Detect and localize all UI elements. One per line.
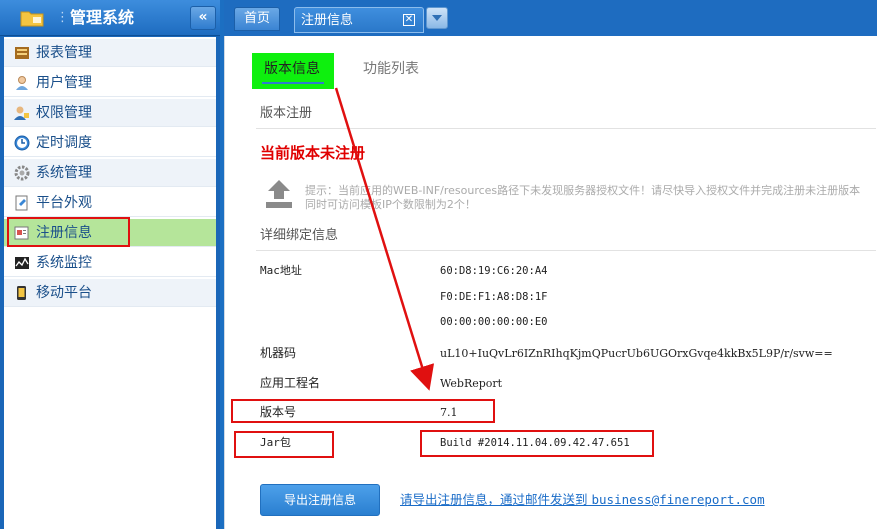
sidebar-item-report[interactable]: 报表管理 xyxy=(4,39,216,67)
mobile-icon xyxy=(17,286,26,300)
appearance-icon xyxy=(15,195,28,211)
tab-home[interactable]: 首页 xyxy=(234,7,280,31)
machine-code-label: 机器码 xyxy=(260,346,297,360)
export-hint-link[interactable]: 请导出注册信息，通过邮件发送到 business@finereport.com xyxy=(400,492,765,508)
sidebar-item-appearance[interactable]: 平台外观 xyxy=(4,189,216,217)
permission-icon xyxy=(14,106,29,120)
export-register-button[interactable]: 导出注册信息 xyxy=(260,484,380,516)
upload-icon[interactable] xyxy=(264,178,294,210)
section-title-register: 版本注册 xyxy=(260,106,313,121)
folder-icon xyxy=(20,11,44,27)
sidebar-header: ⋮ 管理系统 « xyxy=(0,0,220,36)
tab-label: 注册信息 xyxy=(301,13,354,28)
gear-icon xyxy=(14,165,30,181)
section-title-binding: 详细绑定信息 xyxy=(260,228,339,243)
section-divider xyxy=(256,128,876,129)
machine-code-value: uL10+IuQvLr6IZnRIhqKjmQPucrUb6UGOrxGvqe4… xyxy=(440,347,833,360)
sidebar-item-permission[interactable]: 权限管理 xyxy=(4,99,216,127)
app-name-value: WebReport xyxy=(440,377,503,390)
clock-icon xyxy=(14,135,30,151)
sidebar-item-label: 定时调度 xyxy=(36,135,92,151)
sidebar-item-mobile[interactable]: 移动平台 xyxy=(4,279,216,307)
license-tip: 提示：当前应用的WEB-INF/resources路径下未发现服务器授权文件！请… xyxy=(305,184,861,211)
tab-bar: 首页 注册信息 ✕ xyxy=(224,0,877,36)
close-icon[interactable]: ✕ xyxy=(403,14,415,26)
export-hint-text: 请导出注册信息，通过邮件发送到 xyxy=(400,492,588,507)
tab-register-info[interactable]: 注册信息 ✕ xyxy=(294,7,424,33)
sidebar-item-label: 权限管理 xyxy=(36,105,92,121)
monitor-icon xyxy=(15,257,29,269)
collapse-sidebar-button[interactable]: « xyxy=(190,6,216,30)
mac-address-value: 00:00:00:00:00:E0 xyxy=(440,316,548,328)
active-tab-underline xyxy=(262,82,324,84)
tab-feature-list[interactable]: 功能列表 xyxy=(363,60,419,78)
drag-handle-icon[interactable]: ⋮ xyxy=(56,9,69,27)
unregistered-status: 当前版本未注册 xyxy=(260,144,366,162)
sidebar-menu: 报表管理 用户管理 权限管理 定时调度 系统管理 平台外观 注册信息 系统监控 xyxy=(4,37,216,529)
mac-address-value: F0:DE:F1:A8:D8:1F xyxy=(440,291,548,303)
report-icon xyxy=(15,47,29,59)
sidebar-item-label: 平台外观 xyxy=(36,195,92,211)
mac-address-label: Mac地址 xyxy=(260,264,302,277)
sidebar: ⋮ 管理系统 « 报表管理 用户管理 权限管理 定时调度 系统管理 平台外观 注… xyxy=(0,0,220,529)
annotation-box-register-item xyxy=(7,217,130,247)
annotation-box-jar xyxy=(234,431,334,458)
annotation-box-version xyxy=(231,399,495,423)
mac-address-value: 60:D8:19:C6:20:A4 xyxy=(440,265,548,277)
annotation-box-build xyxy=(420,430,654,457)
tab-version-info[interactable]: 版本信息 xyxy=(252,53,334,89)
sidebar-item-label: 移动平台 xyxy=(36,285,92,301)
sidebar-item-users[interactable]: 用户管理 xyxy=(4,69,216,97)
tab-version-info-label: 版本信息 xyxy=(264,61,320,77)
sidebar-title: 管理系统 xyxy=(70,8,135,27)
sidebar-item-system[interactable]: 系统管理 xyxy=(4,159,216,187)
user-icon xyxy=(16,76,28,90)
sidebar-item-label: 用户管理 xyxy=(36,75,92,91)
sidebar-item-monitor[interactable]: 系统监控 xyxy=(4,249,216,277)
sidebar-item-label: 系统管理 xyxy=(36,165,92,181)
sidebar-item-label: 系统监控 xyxy=(36,255,92,271)
app-name-label: 应用工程名 xyxy=(260,376,321,390)
sidebar-item-schedule[interactable]: 定时调度 xyxy=(4,129,216,157)
contact-email: business@finereport.com xyxy=(591,492,765,507)
section-divider xyxy=(256,250,876,251)
tab-list-dropdown-button[interactable] xyxy=(426,7,448,29)
sidebar-item-label: 报表管理 xyxy=(36,45,92,61)
